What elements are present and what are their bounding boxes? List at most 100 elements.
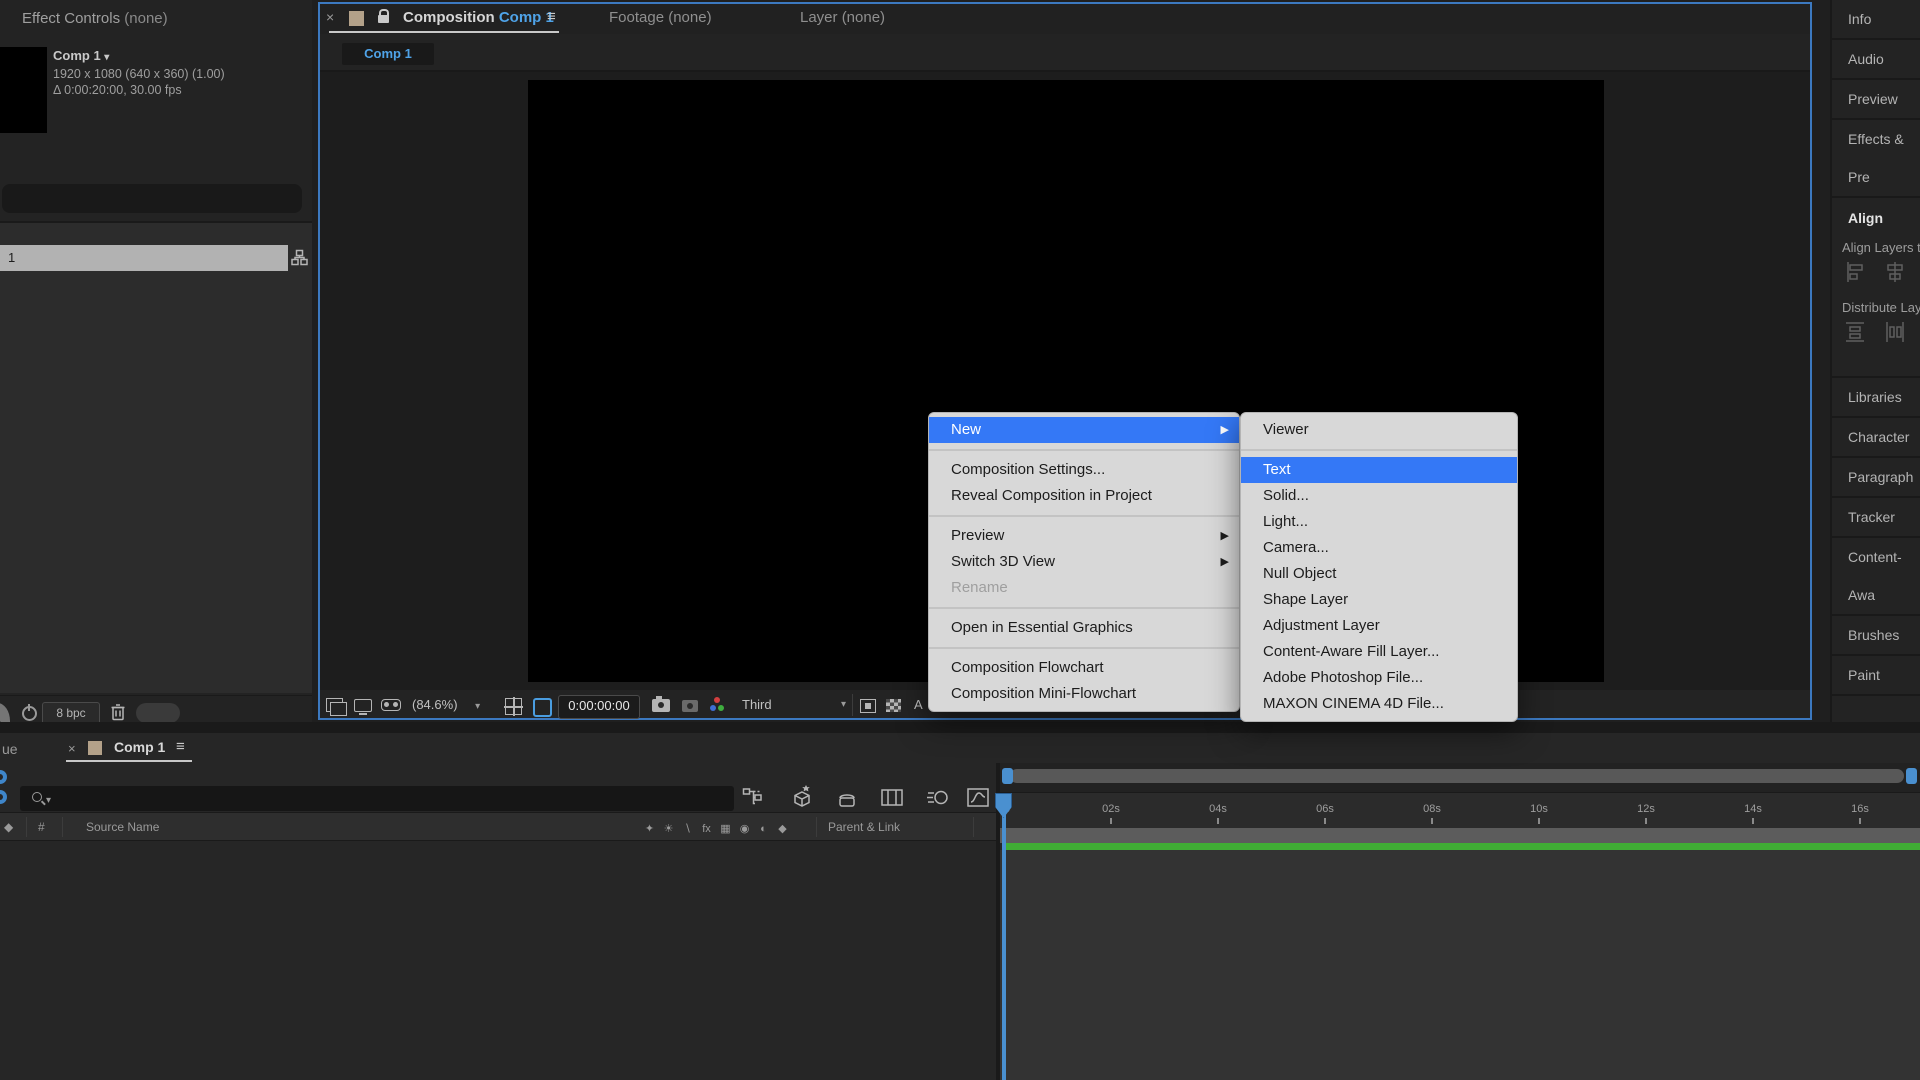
draft-3d-icon[interactable] (790, 783, 814, 811)
submenu-item[interactable]: Adjustment Layer (1241, 613, 1517, 639)
layer-tab[interactable]: Layer (none) (800, 9, 885, 26)
context-menu-item[interactable]: Reveal Composition in Project (929, 483, 1239, 509)
composition-panel-close-icon[interactable]: × (326, 9, 334, 25)
transparency-grid-icon[interactable] (886, 699, 901, 712)
comp-thumbnail[interactable] (0, 47, 47, 133)
layer-switch-icon[interactable]: ▦ (716, 822, 735, 835)
comp-name-header[interactable]: Comp 1 ▾ (53, 48, 109, 63)
column-index[interactable]: # (38, 820, 45, 834)
distribute-horizontal-icon[interactable] (1884, 320, 1906, 344)
time-ruler[interactable]: 0s 02s 04s 06s (1000, 792, 1920, 829)
project-item-row-selected[interactable]: 1 (0, 245, 288, 271)
current-time-display[interactable]: 0:00:00:00 (558, 695, 640, 719)
layer-switch-icon[interactable]: ☀ (659, 822, 678, 835)
context-menu-item[interactable] (929, 449, 1239, 451)
context-menu-item[interactable]: Open in Essential Graphics (929, 615, 1239, 641)
project-bottom-pill-button[interactable] (136, 703, 180, 723)
flowchart-icon[interactable] (291, 249, 308, 266)
primary-viewer-icon[interactable] (354, 699, 372, 712)
effect-controls-tab[interactable]: Effect Controls (none) (22, 10, 168, 27)
show-snapshot-icon[interactable] (682, 700, 698, 712)
timeline-comp-tab[interactable]: Comp 1 (114, 739, 165, 755)
motion-blur-icon[interactable] (926, 785, 950, 811)
vr-view-icon[interactable] (381, 699, 401, 711)
sidebar-panel-tab[interactable]: Character (1832, 418, 1920, 458)
timeline-tab-close-icon[interactable]: × (68, 741, 76, 756)
context-menu-item[interactable]: Rename (929, 575, 1239, 601)
grid-guides-icon[interactable] (505, 698, 522, 715)
timeline-search-input[interactable]: ▾ (20, 786, 734, 811)
navigator-end-handle[interactable] (1906, 768, 1917, 784)
sidebar-panel-tab[interactable]: Audio (1832, 40, 1920, 80)
composition-panel-menu-icon[interactable]: ≡ (547, 8, 556, 25)
sidebar-panel-tab[interactable]: Libraries (1832, 378, 1920, 418)
project-search-input[interactable] (2, 184, 302, 213)
render-queue-tab-clipped[interactable]: ue (2, 741, 18, 757)
timeline-label-swatch[interactable] (88, 741, 102, 755)
submenu-item[interactable]: Camera... (1241, 535, 1517, 561)
sidebar-panel-tab[interactable]: Tracker (1832, 498, 1920, 538)
context-menu-item[interactable]: Switch 3D View (929, 549, 1239, 575)
distribute-vertical-icon[interactable] (1844, 320, 1866, 344)
context-menu-item[interactable]: Composition Mini-Flowchart (929, 681, 1239, 707)
mini-flowchart-icon[interactable] (742, 785, 764, 811)
submenu-item[interactable] (1241, 449, 1517, 451)
context-menu-item[interactable]: Composition Flowchart (929, 655, 1239, 681)
target-region-icon[interactable] (860, 699, 876, 713)
layer-track-area[interactable] (1000, 850, 1920, 1080)
work-area-bar[interactable] (1000, 828, 1920, 843)
footage-tab[interactable]: Footage (none) (609, 9, 712, 26)
timeline-navigator-bar[interactable] (1010, 769, 1904, 783)
submenu-item[interactable]: Light... (1241, 509, 1517, 535)
composition-label-swatch[interactable] (349, 11, 364, 26)
composition-marker-icon[interactable]: ◆ (4, 820, 13, 834)
layer-switch-icon[interactable]: fx (697, 823, 716, 835)
region-of-interest-icon[interactable] (533, 698, 552, 717)
sidebar-panel-tab[interactable]: Brushes (1832, 616, 1920, 656)
layer-switch-icon[interactable]: ◐ (754, 823, 773, 835)
navigator-start-handle[interactable] (1002, 768, 1013, 784)
resolution-dropdown[interactable]: Third ▾ (742, 697, 846, 712)
submenu-item[interactable]: Adobe Photoshop File... (1241, 665, 1517, 691)
composition-tab[interactable]: Composition Comp 1 (403, 9, 554, 26)
frame-blending-icon[interactable] (880, 785, 904, 811)
context-menu-item[interactable]: Preview (929, 523, 1239, 549)
layer-switch-icon[interactable]: ✦ (640, 822, 659, 835)
timeline-panel-menu-icon[interactable]: ≡ (176, 738, 185, 755)
shy-layers-icon[interactable] (836, 785, 858, 811)
submenu-item[interactable]: Text (1241, 457, 1517, 483)
submenu-item[interactable]: Null Object (1241, 561, 1517, 587)
sidebar-panel-tab[interactable]: Preview (1832, 80, 1920, 120)
sidebar-panel-tab[interactable]: Effects & Pre (1832, 120, 1920, 198)
power-icon[interactable] (22, 706, 37, 721)
lock-icon[interactable] (378, 15, 389, 23)
column-source-name[interactable]: Source Name (86, 820, 159, 834)
layer-switch-icon[interactable]: ∖ (678, 822, 697, 835)
magnification-dropdown[interactable]: (84.6%) ▾ (412, 697, 480, 712)
sidebar-panel-tab[interactable]: Info (1832, 0, 1920, 40)
graph-editor-icon[interactable] (966, 785, 990, 811)
playhead-line[interactable] (1002, 795, 1006, 1080)
context-menu-item[interactable] (929, 515, 1239, 517)
sidebar-panel-tab[interactable]: Paragraph (1832, 458, 1920, 498)
submenu-item[interactable]: Content-Aware Fill Layer... (1241, 639, 1517, 665)
always-preview-icon[interactable] (326, 698, 343, 712)
timeline-left-edge-icon-2[interactable] (0, 790, 7, 804)
layer-switch-icon[interactable]: ◉ (735, 822, 754, 835)
submenu-item[interactable]: Shape Layer (1241, 587, 1517, 613)
layer-switch-icon[interactable]: ◆ (773, 822, 792, 835)
snapshot-camera-icon[interactable] (652, 699, 670, 712)
comp-viewer-tab[interactable]: Comp 1 (342, 43, 434, 65)
align-horizontal-center-icon[interactable] (1884, 260, 1906, 284)
sidebar-panel-tab[interactable]: Paint (1832, 656, 1920, 696)
context-menu-item[interactable] (929, 647, 1239, 649)
timeline-left-edge-icon[interactable] (0, 770, 7, 784)
trash-icon[interactable] (110, 702, 126, 721)
context-menu-item[interactable] (929, 607, 1239, 609)
submenu-item[interactable]: Viewer (1241, 417, 1517, 443)
align-left-icon[interactable] (1844, 260, 1866, 284)
column-parent-link[interactable]: Parent & Link (828, 820, 900, 834)
submenu-item[interactable]: MAXON CINEMA 4D File... (1241, 691, 1517, 717)
context-menu-item[interactable]: New (929, 417, 1239, 443)
show-channel-icon[interactable] (714, 697, 720, 703)
